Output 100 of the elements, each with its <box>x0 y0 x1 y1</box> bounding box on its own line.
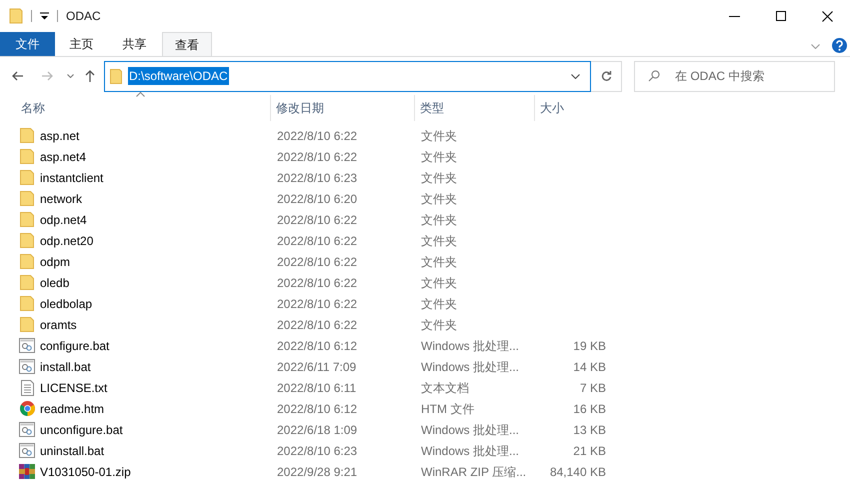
date-cell-text: 2022/8/10 6:22 <box>277 316 358 334</box>
file-name[interactable]: oramts <box>40 316 77 334</box>
type-cell-text: 文件夹 <box>421 212 457 228</box>
folder-icon <box>9 8 23 24</box>
address-bar[interactable]: D:\software\ODAC <box>104 60 591 92</box>
file-name[interactable]: instantclient <box>40 168 104 186</box>
type-cell-text: 文件夹 <box>421 190 457 208</box>
type-cell-text: 文本文档 <box>421 380 469 396</box>
ribbon-tab[interactable]: 共享 <box>108 32 161 56</box>
type-cell-text: 文件夹 <box>421 296 457 312</box>
date-cell-text: 2022/8/10 6:23 <box>277 442 358 460</box>
chevron-down-icon[interactable] <box>571 74 580 78</box>
folder-icon <box>20 170 34 185</box>
folder-icon <box>20 212 34 227</box>
type-cell-text: Windows 批处理... <box>421 338 520 354</box>
folder-icon <box>110 68 122 84</box>
column-header[interactable]: 大小 <box>534 95 614 121</box>
file-name[interactable]: odp.net20 <box>40 232 94 250</box>
folder-icon <box>20 233 34 248</box>
help-icon[interactable] <box>832 38 847 53</box>
gears-file-icon <box>19 443 35 458</box>
date-cell-text: 2022/8/10 6:22 <box>277 212 358 228</box>
folder-icon <box>20 149 34 164</box>
date-cell-text: 2022/8/10 6:22 <box>277 254 358 270</box>
size-cell-text: 19 KB <box>573 338 606 354</box>
date-cell-text: 2022/8/10 6:23 <box>277 170 358 186</box>
archive-icon <box>19 464 35 479</box>
type-cell-text: 文件夹 <box>421 274 457 292</box>
file-name[interactable]: odp.net4 <box>40 210 87 228</box>
refresh-button[interactable] <box>591 60 622 92</box>
file-name[interactable]: readme.htm <box>40 400 104 418</box>
file-name[interactable]: uninstall.bat <box>40 442 104 460</box>
date-cell-text: 2022/6/11 7:09 <box>277 358 356 376</box>
file-name[interactable]: asp.net4 <box>40 148 86 166</box>
gears-file-icon <box>19 338 35 353</box>
ribbon-tab[interactable]: 查看 <box>162 32 212 56</box>
chevron-down-icon[interactable] <box>67 74 74 78</box>
folder-icon <box>20 191 34 206</box>
gears-file-icon <box>19 422 35 437</box>
search-icon <box>648 70 660 82</box>
type-cell-text: 文件夹 <box>421 170 457 186</box>
date-cell-text: 2022/8/10 6:22 <box>277 274 358 292</box>
size-cell-text: 14 KB <box>573 358 606 376</box>
refresh-icon <box>600 70 612 82</box>
type-cell-text: WinRAR ZIP 压缩... <box>421 464 526 480</box>
file-name[interactable]: V1031050-01.zip <box>40 462 131 480</box>
up-arrow-icon[interactable] <box>85 70 95 82</box>
file-name[interactable]: oledb <box>40 274 70 292</box>
file-name[interactable]: install.bat <box>40 358 91 376</box>
folder-icon <box>20 275 34 290</box>
type-cell-text: Windows 批处理... <box>421 422 520 438</box>
column-header[interactable]: 修改日期 <box>270 95 414 121</box>
column-header[interactable]: 类型 <box>414 95 534 121</box>
date-cell-text: 2022/8/10 6:22 <box>277 232 358 250</box>
ribbon-tab[interactable]: 主页 <box>55 32 108 56</box>
file-name[interactable]: network <box>40 190 82 208</box>
size-cell-text: 21 KB <box>573 442 606 460</box>
date-cell-text: 2022/8/10 6:22 <box>277 148 358 166</box>
date-cell-text: 2022/8/10 6:11 <box>277 380 356 396</box>
date-cell-text: 2022/6/18 1:09 <box>277 422 358 438</box>
file-name[interactable]: configure.bat <box>40 336 110 354</box>
type-cell-text: Windows 批处理... <box>421 358 520 376</box>
folder-icon <box>20 317 34 332</box>
back-arrow-icon[interactable] <box>12 71 24 81</box>
address-text: D:\software\ODAC <box>128 67 229 85</box>
close-icon[interactable] <box>822 10 833 22</box>
file-name[interactable]: oledbolap <box>40 294 92 312</box>
folder-icon <box>20 254 34 269</box>
maximize-icon[interactable] <box>776 11 786 21</box>
file-name[interactable]: unconfigure.bat <box>40 420 123 438</box>
type-cell-text: 文件夹 <box>421 316 457 334</box>
date-cell-text: 2022/8/10 6:22 <box>277 128 358 144</box>
size-cell-text: 16 KB <box>573 400 606 418</box>
file-name[interactable]: asp.net <box>40 126 80 144</box>
column-header[interactable]: 名称 <box>16 95 270 121</box>
search-field[interactable]: 在 ODAC 中搜索 <box>634 60 835 92</box>
type-cell-text: 文件夹 <box>421 128 457 144</box>
date-cell-text: 2022/8/10 6:12 <box>277 400 358 418</box>
window-title: ODAC <box>66 8 101 25</box>
gears-file-icon <box>19 359 35 374</box>
date-cell-text: 2022/8/10 6:22 <box>277 296 358 312</box>
folder-icon <box>20 296 34 311</box>
size-cell-text: 84,140 KB <box>550 464 606 480</box>
type-cell-text: HTM 文件 <box>421 400 474 418</box>
date-cell-text: 2022/8/10 6:12 <box>277 338 358 354</box>
size-cell-text: 7 KB <box>580 380 606 396</box>
type-cell-text: 文件夹 <box>421 148 457 166</box>
file-name[interactable]: LICENSE.txt <box>40 378 108 396</box>
text-file-icon <box>20 380 34 396</box>
date-cell-text: 2022/9/28 9:21 <box>277 464 358 480</box>
file-menu-tab[interactable]: 文件 <box>0 32 55 56</box>
date-cell-text: 2022/8/10 6:20 <box>277 190 358 208</box>
size-cell-text: 13 KB <box>573 422 606 438</box>
type-cell-text: 文件夹 <box>421 232 457 250</box>
dropdown-icon[interactable] <box>40 12 49 20</box>
type-cell-text: 文件夹 <box>421 254 457 270</box>
browser-icon <box>20 401 34 416</box>
file-name[interactable]: odpm <box>40 252 70 270</box>
folder-icon <box>20 128 34 143</box>
type-cell-text: Windows 批处理... <box>421 442 520 460</box>
